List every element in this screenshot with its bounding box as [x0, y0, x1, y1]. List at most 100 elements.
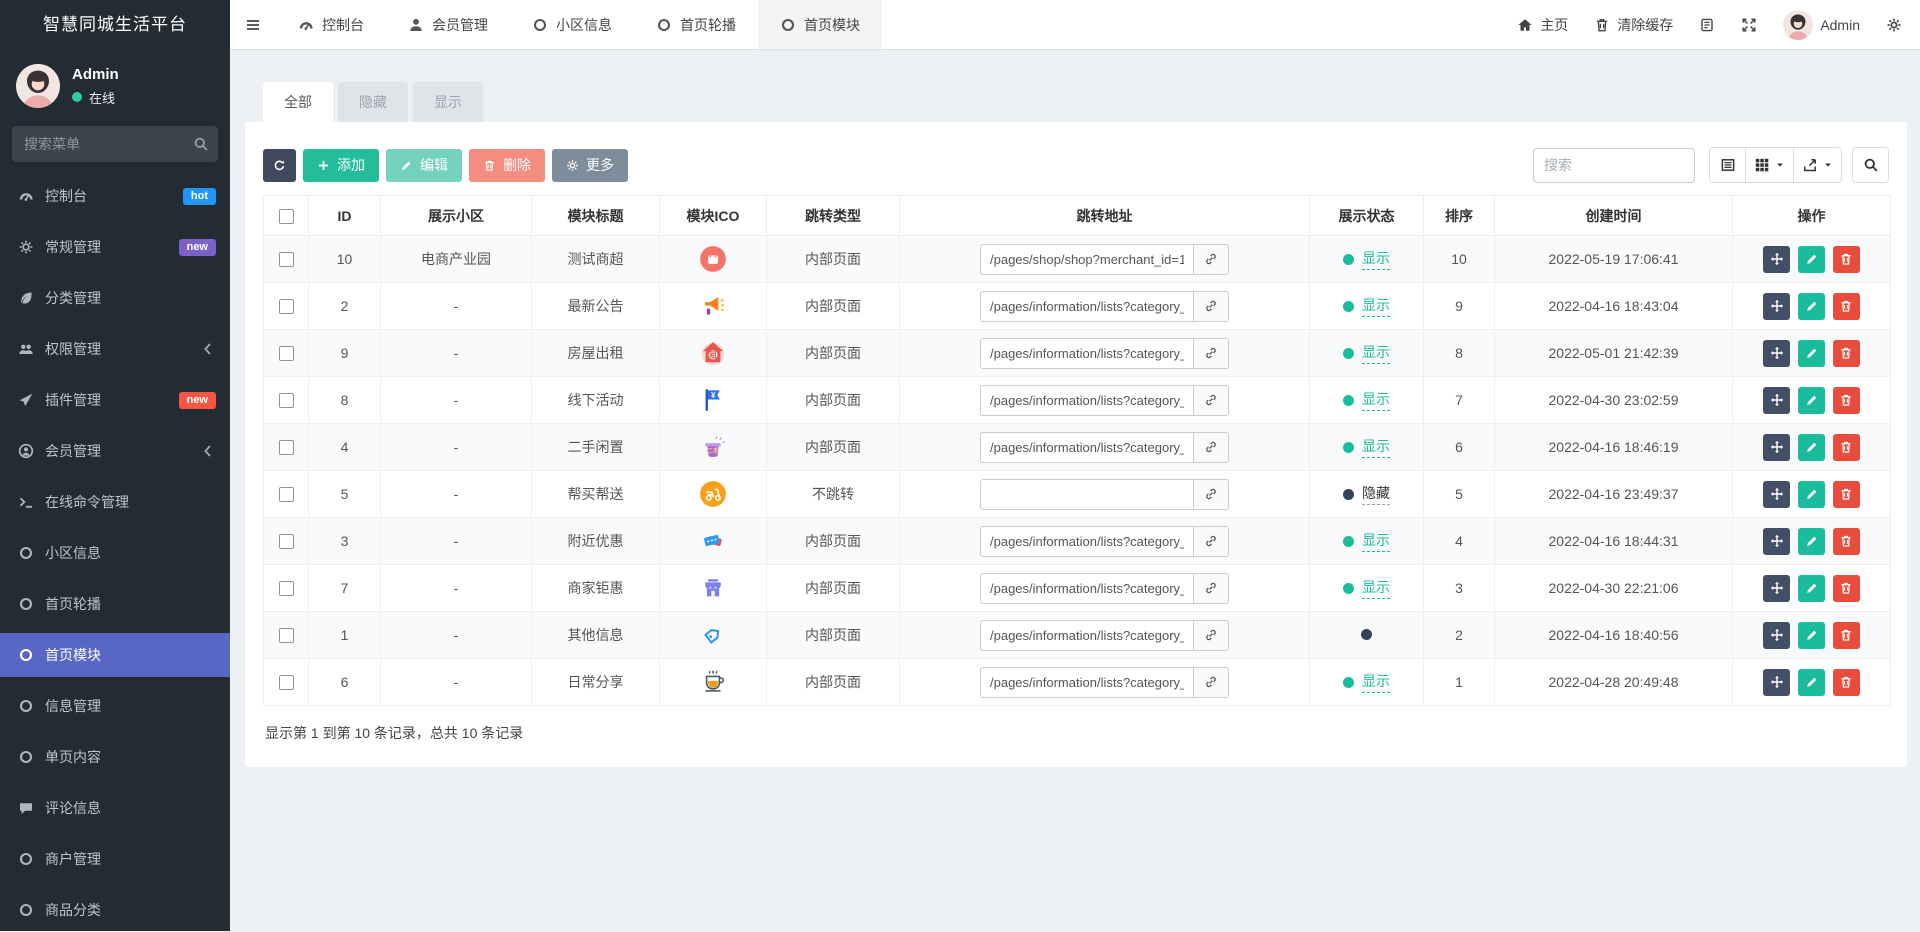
row-edit-button[interactable]	[1798, 292, 1825, 320]
row-delete-button[interactable]	[1832, 527, 1860, 555]
link-button[interactable]	[1194, 572, 1229, 604]
move-button[interactable]	[1763, 574, 1791, 602]
link-button[interactable]	[1194, 478, 1229, 510]
user-menu[interactable]: Admin	[1783, 9, 1860, 40]
row-delete-button[interactable]	[1832, 245, 1860, 273]
nav-tab-会员管理[interactable]: 会员管理	[386, 0, 510, 49]
status-badge[interactable]: 显示	[1343, 530, 1390, 552]
fullscreen-button[interactable]	[1741, 17, 1757, 33]
row-edit-button[interactable]	[1798, 668, 1825, 696]
detail-view-button[interactable]	[1709, 147, 1746, 183]
sidebar-item-商品分类[interactable]: 商品分类	[0, 888, 230, 932]
select-all-checkbox[interactable]	[278, 208, 294, 224]
sidebar-item-会员管理[interactable]: 会员管理	[0, 429, 230, 473]
sidebar-item-插件管理[interactable]: 插件管理 new	[0, 378, 230, 422]
language-button[interactable]	[1699, 17, 1715, 33]
link-button[interactable]	[1194, 384, 1229, 416]
status-badge[interactable]: 显示	[1343, 436, 1390, 458]
row-edit-button[interactable]	[1798, 245, 1825, 273]
sidebar-item-常规管理[interactable]: 常规管理 new	[0, 225, 230, 269]
sidebar-item-在线命令管理[interactable]: 在线命令管理	[0, 480, 230, 524]
row-delete-button[interactable]	[1832, 574, 1860, 602]
status-badge[interactable]	[1361, 629, 1372, 640]
row-checkbox[interactable]	[278, 299, 294, 315]
status-badge[interactable]: 显示	[1343, 295, 1390, 317]
nav-tab-控制台[interactable]: 控制台	[276, 0, 386, 49]
more-button[interactable]: 更多	[552, 148, 628, 182]
status-badge[interactable]: 显示	[1343, 248, 1390, 270]
link-button[interactable]	[1194, 619, 1229, 651]
move-button[interactable]	[1763, 433, 1791, 461]
row-checkbox[interactable]	[278, 628, 294, 644]
filter-tab-显示[interactable]: 显示	[413, 82, 483, 122]
sidebar-item-评论信息[interactable]: 评论信息	[0, 786, 230, 830]
sidebar-item-权限管理[interactable]: 权限管理	[0, 327, 230, 371]
url-input[interactable]	[980, 431, 1194, 463]
nav-tab-首页轮播[interactable]: 首页轮播	[634, 0, 758, 49]
link-button[interactable]	[1194, 666, 1229, 698]
row-checkbox[interactable]	[278, 346, 294, 362]
move-button[interactable]	[1763, 527, 1791, 555]
status-badge[interactable]: 隐藏	[1343, 483, 1390, 505]
sidebar-item-商户管理[interactable]: 商户管理	[0, 837, 230, 881]
delete-button[interactable]: 删除	[469, 148, 545, 182]
columns-button[interactable]	[1745, 147, 1794, 183]
sidebar-item-分类管理[interactable]: 分类管理	[0, 276, 230, 320]
row-checkbox[interactable]	[278, 440, 294, 456]
sidebar-item-首页模块[interactable]: 首页模块	[0, 633, 230, 677]
row-checkbox[interactable]	[278, 393, 294, 409]
sidebar-item-首页轮播[interactable]: 首页轮播	[0, 582, 230, 626]
url-input[interactable]	[980, 619, 1194, 651]
move-button[interactable]	[1763, 621, 1791, 649]
sidebar-item-小区信息[interactable]: 小区信息	[0, 531, 230, 575]
row-delete-button[interactable]	[1832, 292, 1860, 320]
url-input[interactable]	[980, 243, 1194, 275]
status-badge[interactable]: 显示	[1343, 342, 1390, 364]
move-button[interactable]	[1763, 480, 1791, 508]
menu-search-input[interactable]	[12, 126, 218, 162]
row-checkbox[interactable]	[278, 252, 294, 268]
url-input[interactable]	[980, 337, 1194, 369]
hamburger-icon[interactable]	[230, 0, 276, 49]
link-button[interactable]	[1194, 337, 1229, 369]
clear-cache-button[interactable]: 清除缓存	[1594, 15, 1673, 35]
move-button[interactable]	[1763, 292, 1791, 320]
row-edit-button[interactable]	[1798, 574, 1825, 602]
row-delete-button[interactable]	[1832, 621, 1860, 649]
nav-tab-首页模块[interactable]: 首页模块	[758, 0, 882, 49]
url-input[interactable]	[980, 572, 1194, 604]
home-button[interactable]: 主页	[1517, 15, 1568, 35]
row-edit-button[interactable]	[1798, 621, 1825, 649]
url-input[interactable]	[980, 478, 1194, 510]
refresh-button[interactable]	[263, 148, 296, 182]
move-button[interactable]	[1763, 339, 1791, 367]
filter-tab-全部[interactable]: 全部	[263, 82, 333, 122]
table-search-input[interactable]	[1533, 147, 1695, 183]
row-edit-button[interactable]	[1798, 480, 1825, 508]
link-button[interactable]	[1194, 525, 1229, 557]
move-button[interactable]	[1763, 245, 1791, 273]
sidebar-item-控制台[interactable]: 控制台 hot	[0, 174, 230, 218]
row-edit-button[interactable]	[1798, 433, 1825, 461]
row-checkbox[interactable]	[278, 534, 294, 550]
link-button[interactable]	[1194, 243, 1229, 275]
url-input[interactable]	[980, 384, 1194, 416]
nav-tab-小区信息[interactable]: 小区信息	[510, 0, 634, 49]
row-checkbox[interactable]	[278, 487, 294, 503]
status-badge[interactable]: 显示	[1343, 671, 1390, 693]
status-badge[interactable]: 显示	[1343, 577, 1390, 599]
add-button[interactable]: 添加	[303, 148, 379, 182]
url-input[interactable]	[980, 666, 1194, 698]
filter-tab-隐藏[interactable]: 隐藏	[338, 82, 408, 122]
row-delete-button[interactable]	[1832, 668, 1860, 696]
row-checkbox[interactable]	[278, 581, 294, 597]
url-input[interactable]	[980, 525, 1194, 557]
status-badge[interactable]: 显示	[1343, 389, 1390, 411]
row-edit-button[interactable]	[1798, 339, 1825, 367]
link-button[interactable]	[1194, 290, 1229, 322]
move-button[interactable]	[1763, 668, 1791, 696]
row-edit-button[interactable]	[1798, 386, 1825, 414]
row-delete-button[interactable]	[1832, 339, 1860, 367]
row-delete-button[interactable]	[1832, 480, 1860, 508]
row-delete-button[interactable]	[1832, 433, 1860, 461]
